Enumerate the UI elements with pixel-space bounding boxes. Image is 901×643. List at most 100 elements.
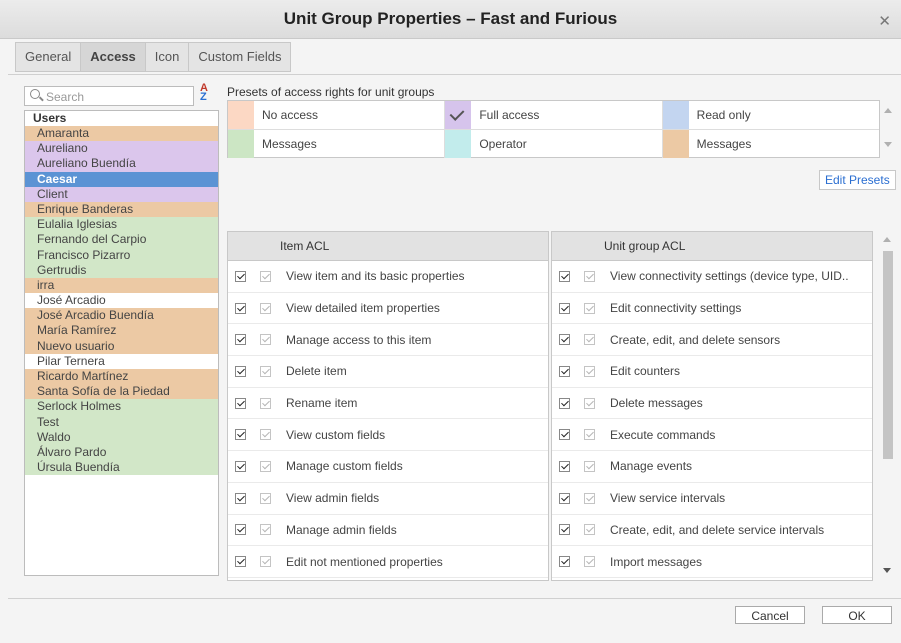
preset-color-swatch (228, 130, 254, 158)
preset-option[interactable]: Messages (228, 130, 446, 158)
presets-scrollbar[interactable] (881, 100, 895, 158)
acl-inherited-checkbox[interactable] (260, 365, 271, 377)
user-list-item[interactable]: Gertrudis (25, 262, 218, 278)
acl-checkbox[interactable] (559, 302, 570, 314)
acl-label: Edit connectivity settings (610, 301, 742, 316)
acl-checkbox[interactable] (559, 492, 570, 504)
acl-row: View custom fields (228, 419, 548, 452)
acl-inherited-checkbox[interactable] (584, 460, 595, 472)
acl-inherited-checkbox[interactable] (584, 365, 595, 377)
user-list-item[interactable]: Ricardo Martínez (25, 369, 218, 385)
preset-color-swatch (662, 130, 689, 158)
preset-option[interactable]: Full access (445, 101, 663, 129)
acl-checkbox[interactable] (235, 270, 246, 282)
preset-row: No access Full access Read only (228, 101, 879, 130)
acl-checkbox[interactable] (559, 270, 570, 282)
scroll-down-icon[interactable] (884, 142, 892, 147)
user-list-item[interactable]: Enrique Banderas (25, 201, 218, 218)
acl-checkbox[interactable] (235, 334, 246, 346)
users-list[interactable]: Users Amaranta Aureliano Aureliano Buendía… (24, 110, 219, 576)
acl-checkbox[interactable] (559, 334, 570, 346)
acl-inherited-checkbox[interactable] (260, 492, 271, 504)
acl-scrollbar[interactable] (879, 231, 895, 581)
acl-inherited-checkbox[interactable] (260, 429, 271, 441)
search-input[interactable] (44, 88, 193, 106)
acl-inherited-checkbox[interactable] (584, 524, 595, 536)
acl-inherited-checkbox[interactable] (260, 460, 271, 472)
scroll-up-icon[interactable] (884, 108, 892, 113)
user-list-item[interactable]: Santa Sofía de la Piedad (25, 384, 218, 400)
sort-az-icon[interactable]: AZ (200, 83, 218, 104)
tab-custom-fields[interactable]: Custom Fields (188, 42, 292, 72)
acl-label: Rename item (286, 396, 358, 411)
cancel-button[interactable]: Cancel (735, 606, 805, 624)
acl-row: Execute commands (552, 419, 872, 452)
user-list-item[interactable]: Eulalia Iglesias (25, 217, 218, 233)
user-list-item[interactable]: Fernando del Carpio (25, 232, 218, 248)
acl-checkbox[interactable] (235, 524, 246, 536)
acl-inherited-checkbox[interactable] (584, 556, 595, 568)
user-list-item[interactable]: Úrsula Buendía (25, 460, 218, 476)
close-icon[interactable]: ✕ (878, 12, 891, 30)
tab-access[interactable]: Access (80, 42, 146, 72)
acl-checkbox[interactable] (559, 397, 570, 409)
user-list-item[interactable]: irra (25, 277, 218, 294)
edit-presets-button[interactable]: Edit Presets (819, 170, 896, 190)
preset-option[interactable]: Operator (445, 130, 663, 158)
acl-inherited-checkbox[interactable] (584, 334, 595, 346)
acl-checkbox[interactable] (235, 365, 246, 377)
scroll-down-icon[interactable] (883, 568, 891, 573)
acl-checkbox[interactable] (235, 492, 246, 504)
acl-inherited-checkbox[interactable] (260, 270, 271, 282)
acl-inherited-checkbox[interactable] (584, 302, 595, 314)
user-list-item[interactable]: Aureliano Buendía (25, 156, 218, 172)
scrollbar-thumb[interactable] (883, 251, 893, 459)
preset-option[interactable]: Read only (662, 101, 879, 129)
acl-inherited-checkbox[interactable] (260, 556, 271, 568)
user-list-item[interactable]: Test (25, 414, 218, 430)
user-list-item[interactable]: José Arcadio (25, 293, 218, 309)
ok-button[interactable]: OK (822, 606, 892, 624)
user-list-item[interactable]: Aureliano (25, 141, 218, 157)
acl-inherited-checkbox[interactable] (584, 429, 595, 441)
tab-general[interactable]: General (15, 42, 82, 72)
acl-checkbox[interactable] (559, 460, 570, 472)
user-list-item[interactable]: Álvaro Pardo (25, 444, 218, 461)
user-list-item[interactable]: Caesar (25, 171, 218, 187)
acl-checkbox[interactable] (235, 302, 246, 314)
user-list-item[interactable]: Pilar Ternera (25, 353, 218, 369)
preset-color-swatch (228, 101, 254, 129)
user-list-item[interactable]: Amaranta (25, 126, 218, 142)
preset-option[interactable]: Messages (662, 130, 879, 158)
acl-inherited-checkbox[interactable] (260, 334, 271, 346)
acl-label: View service intervals (610, 491, 726, 506)
acl-row: Create, edit, and delete service interva… (552, 515, 872, 547)
user-list-item[interactable]: Waldo (25, 429, 218, 445)
acl-checkbox[interactable] (235, 556, 246, 568)
acl-inherited-checkbox[interactable] (260, 397, 271, 409)
acl-checkbox[interactable] (235, 397, 246, 409)
acl-checkbox[interactable] (559, 429, 570, 441)
preset-color-swatch (445, 101, 472, 129)
acl-inherited-checkbox[interactable] (260, 524, 271, 536)
acl-inherited-checkbox[interactable] (584, 270, 595, 282)
tab-icon[interactable]: Icon (144, 42, 190, 72)
acl-inherited-checkbox[interactable] (584, 397, 595, 409)
acl-checkbox[interactable] (559, 365, 570, 377)
acl-checkbox[interactable] (235, 460, 246, 472)
scroll-up-icon[interactable] (883, 237, 891, 242)
acl-checkbox[interactable] (559, 556, 570, 568)
acl-checkbox[interactable] (235, 429, 246, 441)
user-list-item[interactable]: Serlock Holmes (25, 399, 218, 415)
preset-option[interactable]: No access (228, 101, 446, 129)
acl-checkbox[interactable] (559, 524, 570, 536)
user-list-item[interactable]: Francisco Pizarro (25, 247, 218, 263)
user-list-item[interactable]: José Arcadio Buendía (25, 308, 218, 324)
acl-inherited-checkbox[interactable] (260, 302, 271, 314)
preset-label: Messages (696, 137, 752, 151)
acl-inherited-checkbox[interactable] (584, 492, 595, 504)
user-list-item[interactable]: Nuevo usuario (25, 338, 218, 354)
user-list-item[interactable]: Client (25, 186, 218, 202)
presets-grid: No access Full access Read only Messages Ope… (227, 100, 880, 158)
user-list-item[interactable]: María Ramírez (25, 323, 218, 339)
